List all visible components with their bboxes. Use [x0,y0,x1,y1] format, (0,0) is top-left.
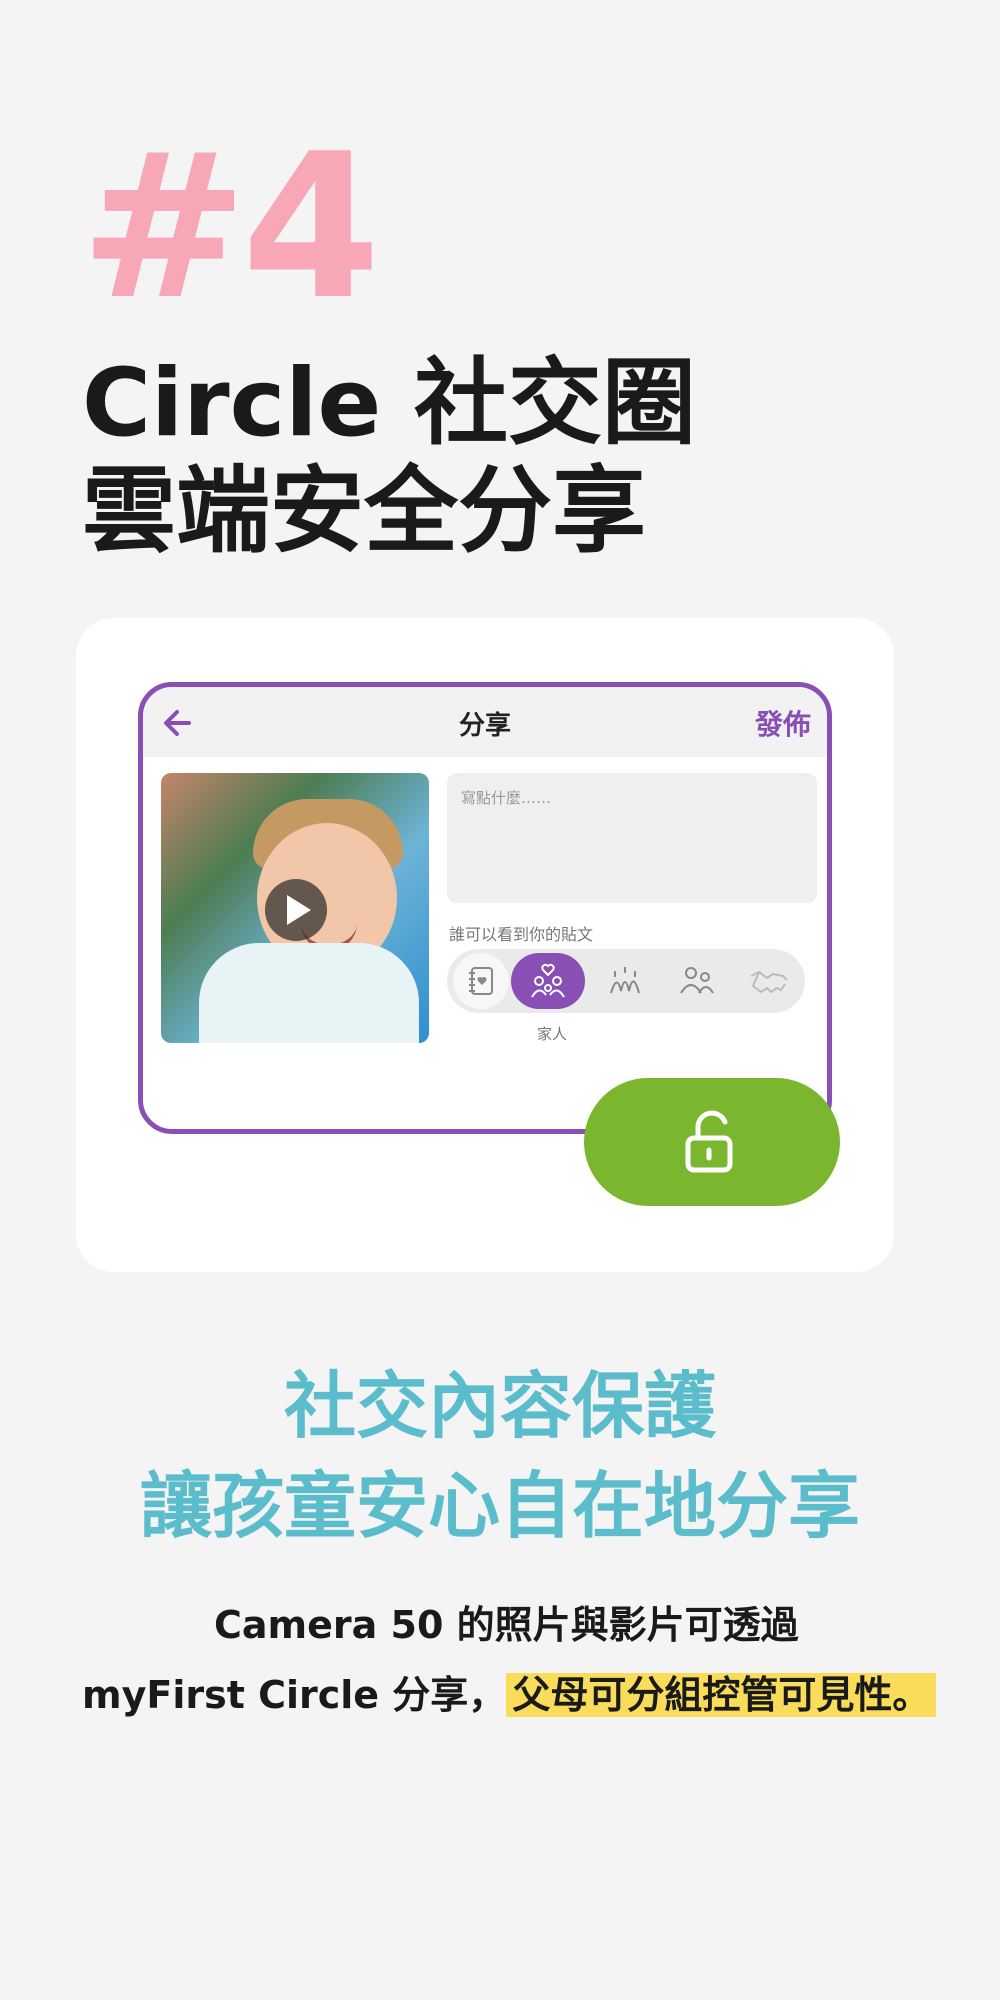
selected-audience-label: 家人 [537,1025,568,1043]
publish-button[interactable]: 發佈 [755,703,811,743]
play-icon[interactable] [265,879,327,941]
caption-placeholder: 寫點什麼…… [461,789,552,807]
body-line1: Camera 50 的照片與影片可透過 [214,1603,799,1647]
unlock-button[interactable] [584,1078,840,1206]
caption-input[interactable]: 寫點什麼…… [447,773,817,903]
body-highlight: 父母可分組控管可見性。 [506,1673,937,1717]
screenshot-card: 分享 發佈 寫點什麼…… 誰可以看到你的貼文 家人 [76,618,894,1272]
handshake-icon[interactable] [741,953,797,1009]
photo-thumbnail[interactable] [161,773,429,1043]
photo-shirt [199,943,419,1043]
share-header: 分享 發佈 [143,687,827,757]
subheading-line2: 讓孩童安心自在地分享 [139,1464,860,1548]
body-text: Camera 50 的照片與影片可透過 myFirst Circle 分享， 父母… [0,1590,1000,1730]
group-icon[interactable] [669,953,725,1009]
subheading: 社交內容保護 讓孩童安心自在地分享 [0,1356,1000,1556]
body-line2: myFirst Circle 分享， 父母可分組控管可見性。 [0,1660,1000,1730]
visibility-label: 誰可以看到你的貼文 [449,925,594,944]
body-line2-plain: myFirst Circle 分享， [82,1673,507,1717]
hero-title: Circle 社交圈 雲端安全分享 [82,350,696,566]
family-icon[interactable] [511,953,585,1009]
hero-number: #4 [80,111,381,344]
hero-title-line2: 雲端安全分享 [82,457,647,566]
subheading-line1: 社交內容保護 [283,1364,716,1448]
diary-icon[interactable] [453,953,509,1009]
hero-title-line1: Circle 社交圈 [82,349,696,458]
friends-icon[interactable] [597,953,653,1009]
share-screen: 分享 發佈 寫點什麼…… 誰可以看到你的貼文 家人 [138,682,832,1134]
unlock-icon [685,1110,733,1173]
audience-selector [447,949,805,1013]
share-title: 分享 [458,711,511,741]
